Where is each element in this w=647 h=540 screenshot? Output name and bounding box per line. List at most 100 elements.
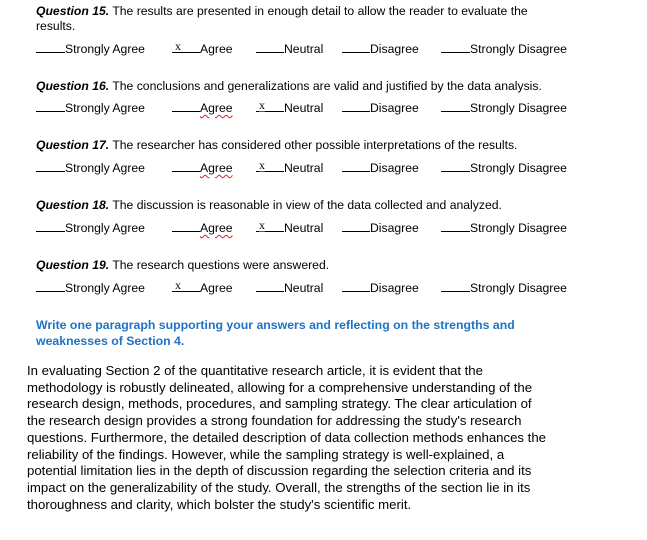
option-label: Neutral bbox=[284, 101, 324, 115]
option-label: Agree bbox=[200, 101, 233, 115]
option-agree[interactable]: Agree bbox=[172, 160, 233, 176]
answer-blank[interactable]: x bbox=[256, 218, 284, 232]
paragraph-line: the research design provides a strong fo… bbox=[27, 413, 522, 429]
selected-mark: x bbox=[259, 98, 265, 112]
option-label: Disagree bbox=[370, 42, 419, 56]
option-disagree[interactable]: Disagree bbox=[342, 41, 419, 57]
question-prompt: The conclusions and generalizations are … bbox=[109, 79, 542, 93]
option-disagree[interactable]: Disagree bbox=[342, 100, 419, 116]
option-neutral[interactable]: Neutral bbox=[256, 280, 323, 296]
option-neutral[interactable]: x Neutral bbox=[256, 158, 324, 176]
option-agree[interactable]: x Agree bbox=[172, 278, 233, 296]
paragraph-line: impact on the generalizability of the st… bbox=[27, 479, 531, 495]
paragraph-line: potential limitation lies in the depth o… bbox=[27, 463, 532, 479]
option-label: Disagree bbox=[370, 161, 419, 175]
option-label: Agree bbox=[200, 42, 233, 56]
option-strongly-disagree[interactable]: Strongly Disagree bbox=[441, 280, 567, 296]
answer-blank[interactable] bbox=[342, 41, 370, 53]
answer-blank[interactable] bbox=[441, 100, 470, 112]
question-text-continued: results. bbox=[36, 19, 76, 33]
answer-blank[interactable] bbox=[36, 220, 65, 232]
answer-blank[interactable] bbox=[441, 160, 470, 172]
option-label: Neutral bbox=[284, 161, 324, 175]
likert-options: Strongly Agree x Agree Neutral Disagree Stron… bbox=[36, 278, 636, 296]
option-strongly-disagree[interactable]: Strongly Disagree bbox=[441, 160, 567, 176]
option-label: Disagree bbox=[370, 221, 419, 235]
answer-blank[interactable] bbox=[441, 280, 470, 292]
paragraph-line: In evaluating Section 2 of the quantitat… bbox=[27, 363, 483, 378]
selected-mark: x bbox=[175, 278, 181, 292]
option-strongly-agree[interactable]: Strongly Agree bbox=[36, 100, 145, 116]
question-number: Question 15. bbox=[36, 4, 110, 18]
answer-blank[interactable] bbox=[172, 100, 200, 112]
option-label: Disagree bbox=[370, 281, 419, 295]
option-label: Strongly Disagree bbox=[470, 42, 567, 56]
question-number: Question 17. bbox=[36, 138, 110, 152]
selected-mark: x bbox=[259, 218, 265, 232]
option-strongly-disagree[interactable]: Strongly Disagree bbox=[441, 220, 567, 236]
option-disagree[interactable]: Disagree bbox=[342, 280, 419, 296]
answer-blank[interactable] bbox=[441, 220, 470, 232]
option-label: Strongly Disagree bbox=[470, 101, 567, 115]
reflection-prompt-line: Write one paragraph supporting your answ… bbox=[36, 318, 515, 332]
answer-blank[interactable]: x bbox=[256, 98, 284, 112]
option-label: Strongly Agree bbox=[65, 42, 145, 56]
option-label: Strongly Disagree bbox=[470, 161, 567, 175]
paragraph-line: research design, methods, procedures, an… bbox=[27, 396, 532, 412]
option-label: Agree bbox=[200, 281, 233, 295]
answer-blank[interactable]: x bbox=[256, 158, 284, 172]
answer-blank[interactable] bbox=[342, 100, 370, 112]
option-agree[interactable]: x Agree bbox=[172, 39, 233, 57]
answer-blank[interactable] bbox=[172, 220, 200, 232]
answer-blank[interactable]: x bbox=[172, 39, 200, 53]
option-strongly-disagree[interactable]: Strongly Disagree bbox=[441, 41, 567, 57]
option-strongly-agree[interactable]: Strongly Agree bbox=[36, 160, 145, 176]
option-label: Agree bbox=[200, 221, 233, 235]
option-neutral[interactable]: x Neutral bbox=[256, 98, 324, 116]
question-number: Question 19. bbox=[36, 258, 110, 272]
option-label: Agree bbox=[200, 161, 233, 175]
reflection-answer-paragraph[interactable]: In evaluating Section 2 of the quantitat… bbox=[27, 363, 627, 513]
option-label: Strongly Agree bbox=[65, 161, 145, 175]
selected-mark: x bbox=[259, 158, 265, 172]
option-neutral[interactable]: Neutral bbox=[256, 41, 323, 57]
answer-blank[interactable] bbox=[36, 280, 65, 292]
likert-options: Strongly Agree Agree x Neutral Disagree Stron… bbox=[36, 218, 636, 236]
question-prompt: The researcher has considered other poss… bbox=[109, 138, 518, 152]
selected-mark: x bbox=[175, 39, 181, 53]
option-strongly-agree[interactable]: Strongly Agree bbox=[36, 280, 145, 296]
option-disagree[interactable]: Disagree bbox=[342, 220, 419, 236]
option-agree[interactable]: Agree bbox=[172, 100, 233, 116]
option-disagree[interactable]: Disagree bbox=[342, 160, 419, 176]
answer-blank[interactable] bbox=[36, 160, 65, 172]
option-label: Strongly Agree bbox=[65, 101, 145, 115]
likert-options: Strongly Agree Agree x Neutral Disagree Stron… bbox=[36, 98, 636, 116]
option-agree[interactable]: Agree bbox=[172, 220, 233, 236]
answer-blank[interactable] bbox=[342, 220, 370, 232]
likert-options: Strongly Agree x Agree Neutral Disagree Stron… bbox=[36, 39, 636, 57]
answer-blank[interactable] bbox=[256, 280, 284, 292]
option-neutral[interactable]: x Neutral bbox=[256, 218, 324, 236]
answer-blank[interactable] bbox=[36, 100, 65, 112]
answer-blank[interactable] bbox=[172, 160, 200, 172]
answer-blank[interactable] bbox=[342, 280, 370, 292]
option-strongly-agree[interactable]: Strongly Agree bbox=[36, 41, 145, 57]
question-number: Question 18. bbox=[36, 198, 110, 212]
question-prompt: The results are presented in enough deta… bbox=[109, 4, 528, 18]
option-label: Strongly Disagree bbox=[470, 221, 567, 235]
paragraph-line: methodology is robustly delineated, allo… bbox=[27, 379, 533, 395]
answer-blank[interactable] bbox=[342, 160, 370, 172]
answer-blank[interactable] bbox=[256, 41, 284, 53]
question-text: Question 17. The researcher has consider… bbox=[36, 138, 517, 153]
reflection-prompt: Write one paragraph supporting your answ… bbox=[36, 317, 596, 349]
answer-blank[interactable]: x bbox=[172, 278, 200, 292]
option-label: Neutral bbox=[284, 221, 324, 235]
option-label: Strongly Agree bbox=[65, 281, 145, 295]
answer-blank[interactable] bbox=[441, 41, 470, 53]
question-text: Question 16. The conclusions and general… bbox=[36, 79, 542, 94]
reflection-prompt-line: weaknesses of Section 4. bbox=[36, 334, 185, 348]
likert-options: Strongly Agree Agree x Neutral Disagree Stron… bbox=[36, 158, 636, 176]
option-strongly-disagree[interactable]: Strongly Disagree bbox=[441, 100, 567, 116]
option-strongly-agree[interactable]: Strongly Agree bbox=[36, 220, 145, 236]
answer-blank[interactable] bbox=[36, 41, 65, 53]
